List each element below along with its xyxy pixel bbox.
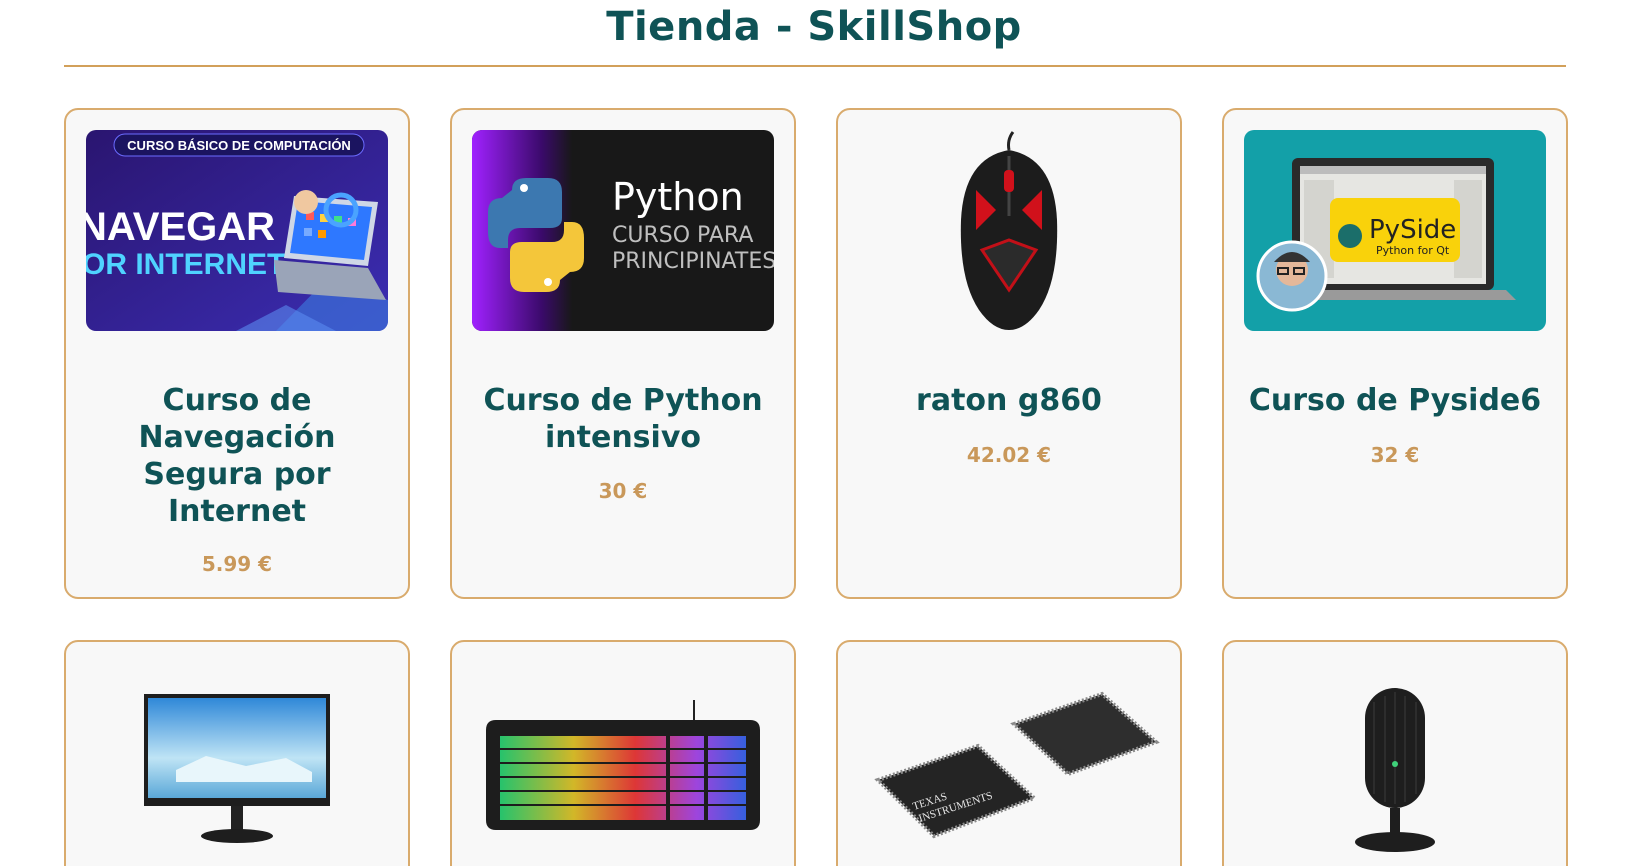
product-card[interactable]: raton g860 42.02 € bbox=[836, 108, 1182, 599]
product-card[interactable]: CURSO BÁSICO DE COMPUTACIÓN NAVEGAR OR I… bbox=[64, 108, 410, 599]
product-card[interactable] bbox=[1222, 640, 1568, 866]
microphone-icon bbox=[1244, 662, 1546, 863]
microchip-icon: TEXAS INSTRUMENTS bbox=[858, 662, 1160, 863]
product-card[interactable]: TEXAS INSTRUMENTS bbox=[836, 640, 1182, 866]
python-image-line2: PRINCIPINATES bbox=[612, 249, 774, 274]
product-price: 5.99 € bbox=[201, 552, 273, 576]
product-name[interactable]: Curso de Pyside6 bbox=[1244, 382, 1546, 419]
course-image-line2: OR INTERNET bbox=[86, 248, 285, 281]
product-price: 32 € bbox=[1370, 443, 1420, 467]
product-price: 42.02 € bbox=[966, 443, 1052, 467]
product-name[interactable]: Curso de Python intensivo bbox=[472, 382, 774, 456]
product-price: 30 € bbox=[598, 479, 648, 503]
product-name[interactable]: raton g860 bbox=[858, 382, 1160, 419]
course-banner-text: CURSO BÁSICO DE COMPUTACIÓN bbox=[127, 138, 351, 153]
product-image[interactable] bbox=[86, 662, 388, 863]
product-card[interactable] bbox=[450, 640, 796, 866]
product-image[interactable] bbox=[472, 662, 774, 863]
product-image[interactable]: Python CURSO PARA PRINCIPINATES bbox=[472, 130, 774, 331]
product-image[interactable] bbox=[858, 130, 1160, 331]
pyside-logo-text: PySide bbox=[1369, 215, 1456, 245]
product-image[interactable]: CURSO BÁSICO DE COMPUTACIÓN NAVEGAR OR I… bbox=[86, 130, 388, 331]
product-image[interactable]: TEXAS INSTRUMENTS bbox=[858, 662, 1160, 863]
product-card[interactable]: Python CURSO PARA PRINCIPINATES Curso de… bbox=[450, 108, 796, 599]
python-image-line1: CURSO PARA bbox=[612, 223, 753, 248]
course-image-line1: NAVEGAR bbox=[86, 205, 275, 249]
rgb-keyboard-icon bbox=[472, 662, 774, 863]
python-image-title: Python bbox=[612, 175, 744, 219]
flask-icon bbox=[1338, 224, 1362, 248]
gaming-mouse-icon bbox=[858, 130, 1160, 331]
product-image[interactable] bbox=[1244, 662, 1546, 863]
monitor-icon bbox=[86, 662, 388, 863]
product-card[interactable] bbox=[64, 640, 410, 866]
product-card[interactable]: PySide Python for Qt Curso de Pyside6 32… bbox=[1222, 108, 1568, 599]
pyside-tagline: Python for Qt bbox=[1376, 244, 1450, 257]
title-divider bbox=[64, 65, 1566, 67]
product-name[interactable]: Curso de Navegación Segura por Internet bbox=[86, 382, 388, 530]
product-image[interactable]: PySide Python for Qt bbox=[1244, 130, 1546, 331]
page-title: Tienda - SkillShop bbox=[606, 4, 1022, 50]
